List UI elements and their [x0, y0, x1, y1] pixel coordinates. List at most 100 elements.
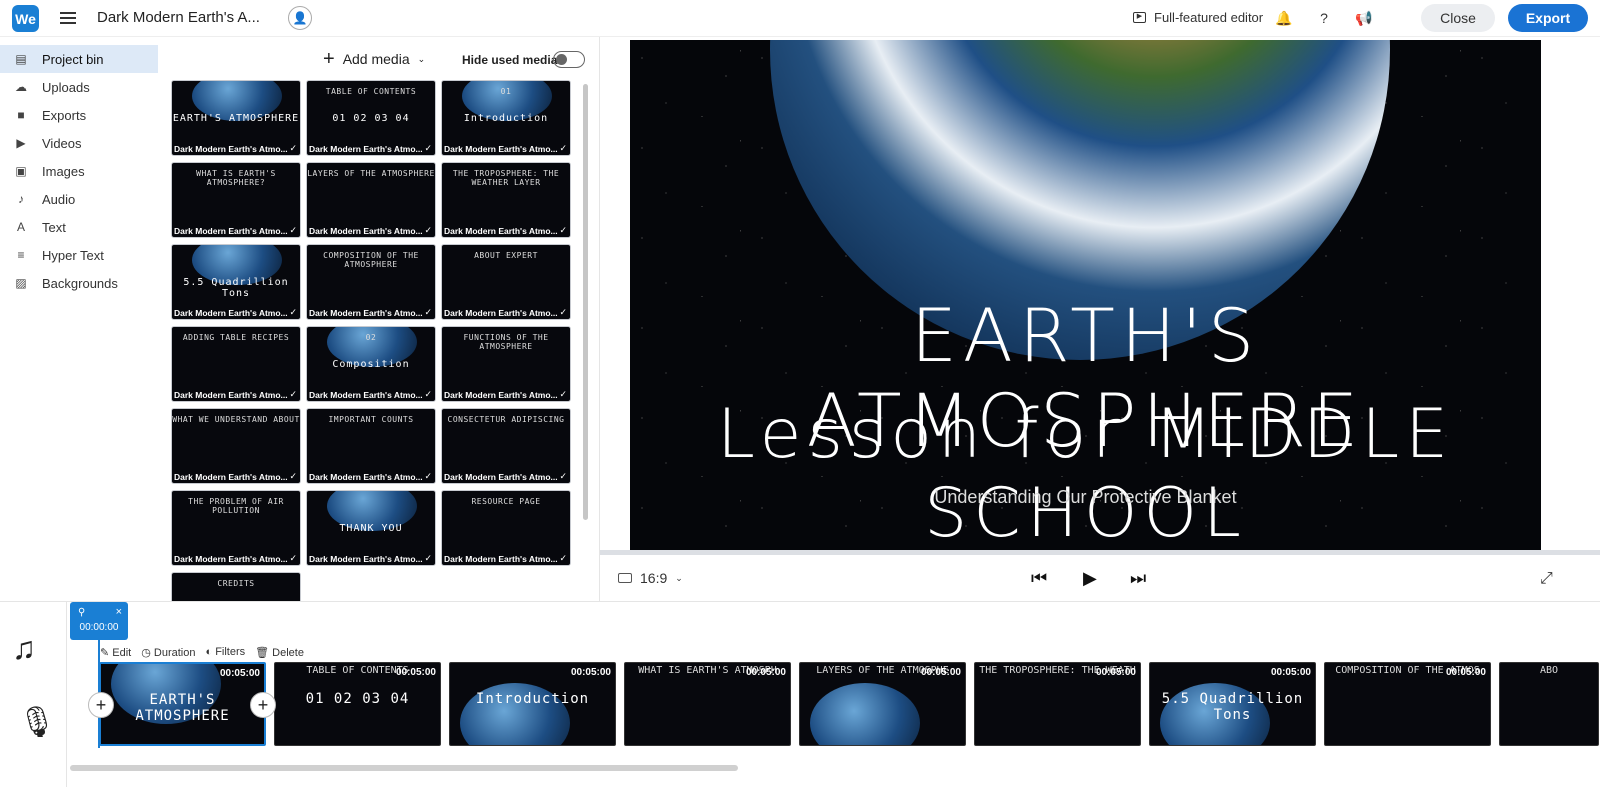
media-thumbnail[interactable]: CONSECTETUR ADIPISCING Dark Modern Earth'… [441, 408, 571, 484]
sidebar-item-label: Text [42, 219, 66, 235]
filters-button[interactable]: ◐ Filters [205, 646, 245, 659]
clip-toolbar: ✎ Edit ◷ Duration ◐ Filters 🗑 Delete [100, 646, 304, 659]
sidebar-item-hyper-text[interactable]: ≡ Hyper Text [0, 241, 158, 269]
timeline-clip[interactable]: COMPOSITION OF THE ATMOS 00:05:00 [1324, 662, 1491, 746]
timeline-clip[interactable]: THE TROPOSPHERE: THE WEATH 00:05:00 [974, 662, 1141, 746]
clip-heading: 01 02 03 04 [305, 691, 410, 707]
media-thumbnail[interactable]: COMPOSITION OF THE ATMOSPHERE Dark Modern… [306, 244, 436, 320]
add-clip-after-button[interactable]: + [250, 692, 276, 718]
media-thumbnail[interactable]: THE TROPOSPHERE: THE WEATHER LAYER Dark M… [441, 162, 571, 238]
playhead-time: 00:00:00 [79, 622, 119, 633]
announce-icon[interactable]: 📢 [1355, 9, 1373, 27]
timeline-clip[interactable]: ABO [1499, 662, 1599, 746]
close-icon[interactable]: × [116, 606, 122, 618]
timeline-scrollbar[interactable] [70, 765, 738, 771]
media-thumbnail[interactable]: FUNCTIONS OF THE ATMOSPHERE Dark Modern E… [441, 326, 571, 402]
media-thumbnail[interactable]: 01 Introduction Dark Modern Earth's Atmo..… [441, 80, 571, 156]
editor-icon: ▶ [1133, 12, 1146, 23]
media-thumbnail[interactable]: 5.5 Quadrillion Tons Dark Modern Earth's … [171, 244, 301, 320]
add-voice-icon[interactable]: 🎙 [18, 705, 56, 740]
check-icon: ✓ [424, 225, 432, 235]
check-icon: ✓ [424, 307, 432, 317]
slide-title-line2: Lesson for MIDDLE SCHOOL [716, 395, 1455, 550]
check-icon: ✓ [424, 553, 432, 563]
sidebar-item-images[interactable]: ▣ Images [0, 157, 158, 185]
sidebar-item-label: Audio [42, 191, 76, 207]
thumbnail-caption: Dark Modern Earth's Atmo... [309, 554, 423, 564]
thumbnail-title: RESOURCE PAGE [471, 497, 541, 506]
thumbnail-caption: Dark Modern Earth's Atmo... [444, 390, 558, 400]
media-thumbnail[interactable]: IMPORTANT COUNTS Dark Modern Earth's Atmo… [306, 408, 436, 484]
sidebar-item-backgrounds[interactable]: ▨ Backgrounds [0, 269, 158, 297]
thumbnail-caption: Dark Modern Earth's Atmo... [174, 308, 288, 318]
timeline-clip[interactable]: LAYERS OF THE ATMOSPHE 00:05:00 [799, 662, 966, 746]
media-thumbnail[interactable]: WHAT IS EARTH'S ATMOSPHERE? Dark Modern E… [171, 162, 301, 238]
sidebar-icon: ≡ [17, 248, 25, 262]
project-title[interactable]: Dark Modern Earth's A... [97, 9, 260, 26]
thumbnail-title: COMPOSITION OF THE ATMOSPHERE [323, 251, 419, 269]
sidebar-item-label: Hyper Text [42, 247, 104, 263]
duration-button[interactable]: ◷ Duration [141, 646, 195, 659]
app-logo[interactable]: We [12, 5, 39, 32]
media-thumbnail[interactable]: RESOURCE PAGE Dark Modern Earth's Atmo...… [441, 490, 571, 566]
thumbnail-title: LAYERS OF THE ATMOSPHERE [307, 169, 435, 178]
media-thumbnail[interactable]: ADDING TABLE RECIPES Dark Modern Earth's … [171, 326, 301, 402]
hide-used-toggle[interactable] [553, 51, 585, 68]
fullscreen-icon[interactable]: ⤢ [1540, 570, 1553, 588]
preview-progress-bar[interactable] [600, 550, 1600, 555]
clip-duration: 00:05:00 [570, 667, 611, 678]
skip-forward-icon[interactable]: ⏭ [1130, 568, 1146, 589]
bell-icon[interactable]: 🔔 [1275, 9, 1293, 27]
media-thumbnail[interactable]: EARTH'S ATMOSPHERE Dark Modern Earth's At… [171, 80, 301, 156]
thumbnail-caption: Dark Modern Earth's Atmo... [309, 144, 423, 154]
thumbnail-title: 02 [365, 333, 377, 342]
add-media-button[interactable]: + Add media ⌄ [323, 49, 425, 69]
timeline-clip[interactable]: 5.5 Quadrillion Tons 00:05:00 [1149, 662, 1316, 746]
aspect-ratio-select[interactable]: 16:9 ⌄ [618, 570, 683, 586]
media-thumbnail[interactable]: ABOUT EXPERT Dark Modern Earth's Atmo... ✓ [441, 244, 571, 320]
thumbnail-heading: Introduction [463, 113, 549, 124]
check-icon: ✓ [424, 471, 432, 481]
media-thumbnail[interactable]: TABLE OF CONTENTS 01 02 03 04 Dark Modern … [306, 80, 436, 156]
media-thumbnail[interactable]: CREDITS [171, 572, 301, 602]
sidebar-item-project-bin[interactable]: ▤ Project bin [0, 45, 158, 73]
timeline-clip[interactable]: EARTH'S ATMOSPHERE 00:05:00 [99, 662, 266, 746]
media-thumbnail[interactable]: WHAT WE UNDERSTAND ABOUT Dark Modern Eart… [171, 408, 301, 484]
add-music-icon[interactable]: ♫ [12, 630, 36, 667]
bin-scrollbar[interactable] [583, 84, 588, 520]
full-featured-editor-link[interactable]: ▶ Full-featured editor [1133, 10, 1263, 25]
preview-canvas[interactable]: EARTH'S ATMOSPHERE Lesson for MIDDLE SCH… [630, 40, 1541, 550]
playhead[interactable]: ⚲ × 00:00:00 [70, 602, 128, 640]
timeline-clip[interactable]: Introduction 00:05:00 [449, 662, 616, 746]
check-icon: ✓ [559, 225, 567, 235]
sidebar-item-videos[interactable]: ▶ Videos [0, 129, 158, 157]
media-thumbnail[interactable]: 02 Composition Dark Modern Earth's Atmo...… [306, 326, 436, 402]
skip-back-icon[interactable]: ⏮ [1031, 568, 1047, 589]
thumbnail-title: WHAT WE UNDERSTAND ABOUT [172, 415, 300, 424]
thumbnail-caption: Dark Modern Earth's Atmo... [444, 226, 558, 236]
menu-icon[interactable] [60, 9, 76, 27]
add-clip-before-button[interactable]: + [88, 692, 114, 718]
export-button[interactable]: Export [1508, 4, 1588, 32]
play-icon[interactable]: ▶ [1083, 568, 1097, 589]
sidebar-item-exports[interactable]: ■ Exports [0, 101, 158, 129]
clip-duration: 00:05:00 [1095, 667, 1136, 678]
edit-button[interactable]: ✎ Edit [100, 646, 131, 659]
check-icon: ✓ [424, 143, 432, 153]
thumbnail-caption: Dark Modern Earth's Atmo... [174, 554, 288, 564]
media-thumbnail[interactable]: THANK YOU Dark Modern Earth's Atmo... ✓ [306, 490, 436, 566]
media-thumbnail[interactable]: THE PROBLEM OF AIR POLLUTION Dark Modern … [171, 490, 301, 566]
thumbnail-caption: Dark Modern Earth's Atmo... [309, 226, 423, 236]
share-user-icon[interactable]: 👤 [288, 6, 312, 30]
sidebar-item-uploads[interactable]: ☁ Uploads [0, 73, 158, 101]
media-thumbnail[interactable]: LAYERS OF THE ATMOSPHERE Dark Modern Eart… [306, 162, 436, 238]
clip-duration: 00:05:00 [395, 667, 436, 678]
delete-button[interactable]: 🗑 Delete [255, 646, 304, 659]
thumbnail-heading: 01 02 03 04 [332, 113, 410, 124]
sidebar-item-text[interactable]: A Text [0, 213, 158, 241]
timeline-clip[interactable]: WHAT IS EARTH'S ATMOSPH 00:05:00 [624, 662, 791, 746]
timeline-clip[interactable]: TABLE OF CONTENTS 01 02 03 04 00:05:00 [274, 662, 441, 746]
sidebar-item-audio[interactable]: ♪ Audio [0, 185, 158, 213]
help-icon[interactable]: ? [1315, 9, 1333, 27]
close-button[interactable]: Close [1421, 4, 1495, 32]
